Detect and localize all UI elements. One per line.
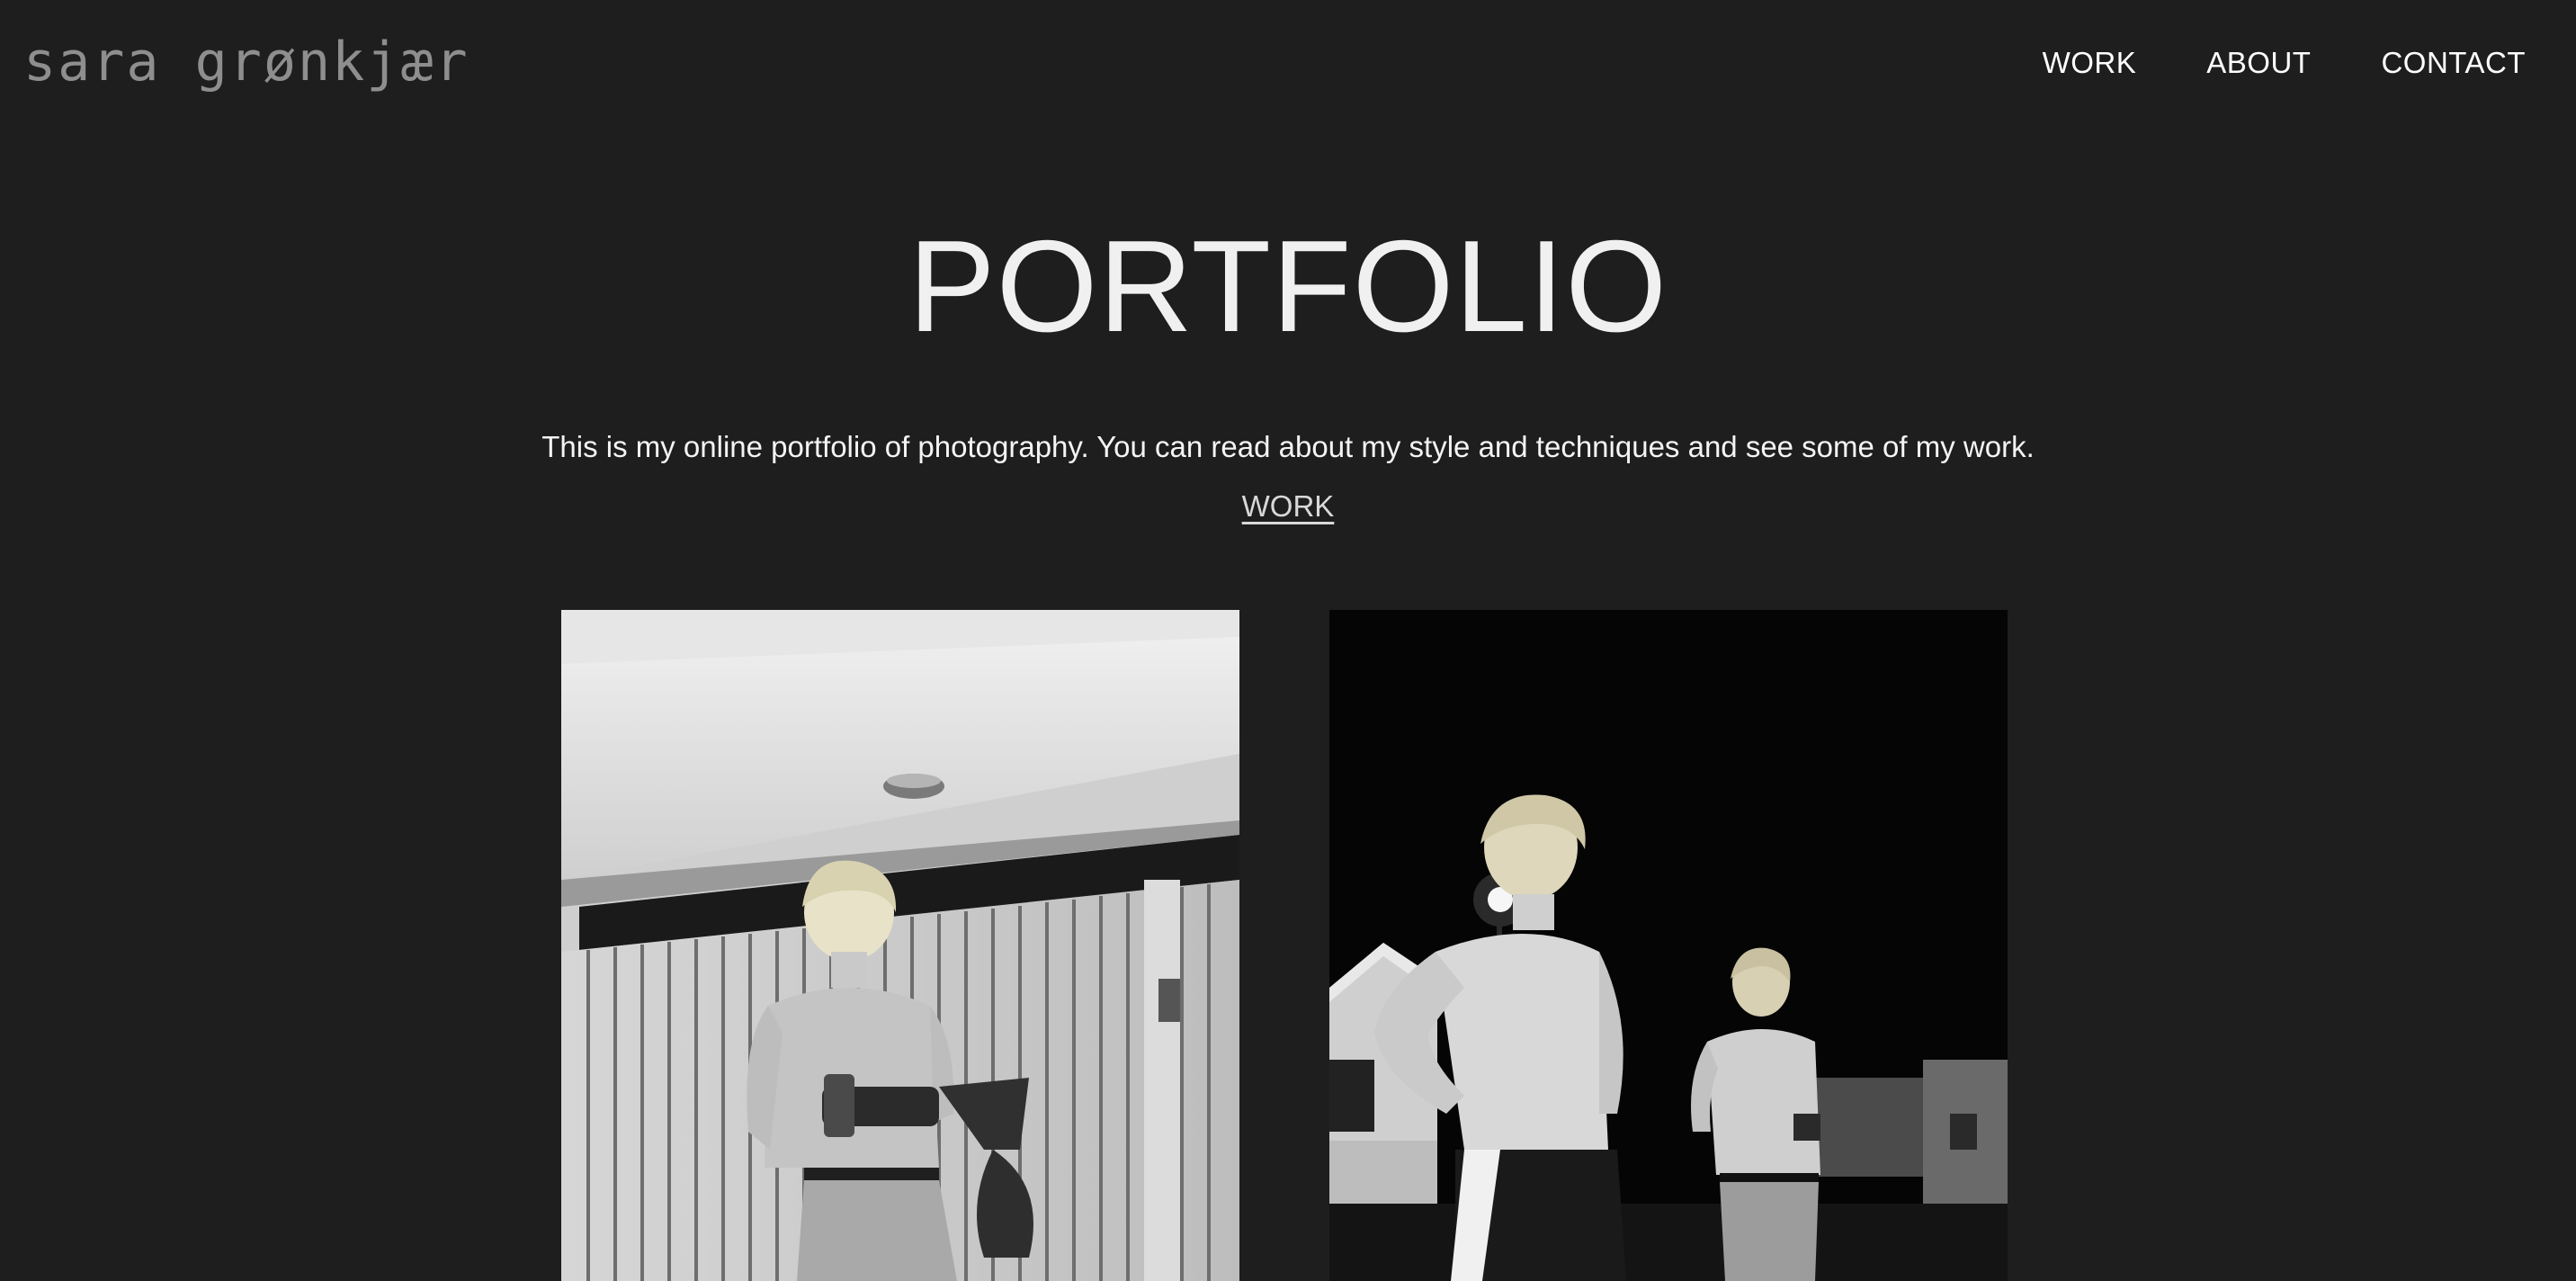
main-nav: WORK ABOUT CONTACT bbox=[2043, 43, 2526, 83]
portfolio-photo-night[interactable] bbox=[1329, 610, 2008, 1281]
work-link-container: WORK bbox=[0, 486, 2576, 533]
nav-work-link[interactable]: WORK bbox=[2043, 43, 2137, 83]
photo-night-image bbox=[1329, 610, 2008, 1281]
intro-text: This is my online portfolio of photograp… bbox=[541, 430, 2035, 463]
site-logo[interactable]: sara grønkjær bbox=[23, 31, 470, 94]
nav-about-link[interactable]: ABOUT bbox=[2206, 43, 2311, 83]
portfolio-photo-garage[interactable] bbox=[561, 610, 1239, 1281]
photo-garage-image bbox=[561, 610, 1239, 1281]
page-title: PORTFOLIO bbox=[908, 213, 1668, 359]
work-link[interactable]: WORK bbox=[1242, 489, 1335, 523]
nav-contact-link[interactable]: CONTACT bbox=[2381, 43, 2526, 83]
